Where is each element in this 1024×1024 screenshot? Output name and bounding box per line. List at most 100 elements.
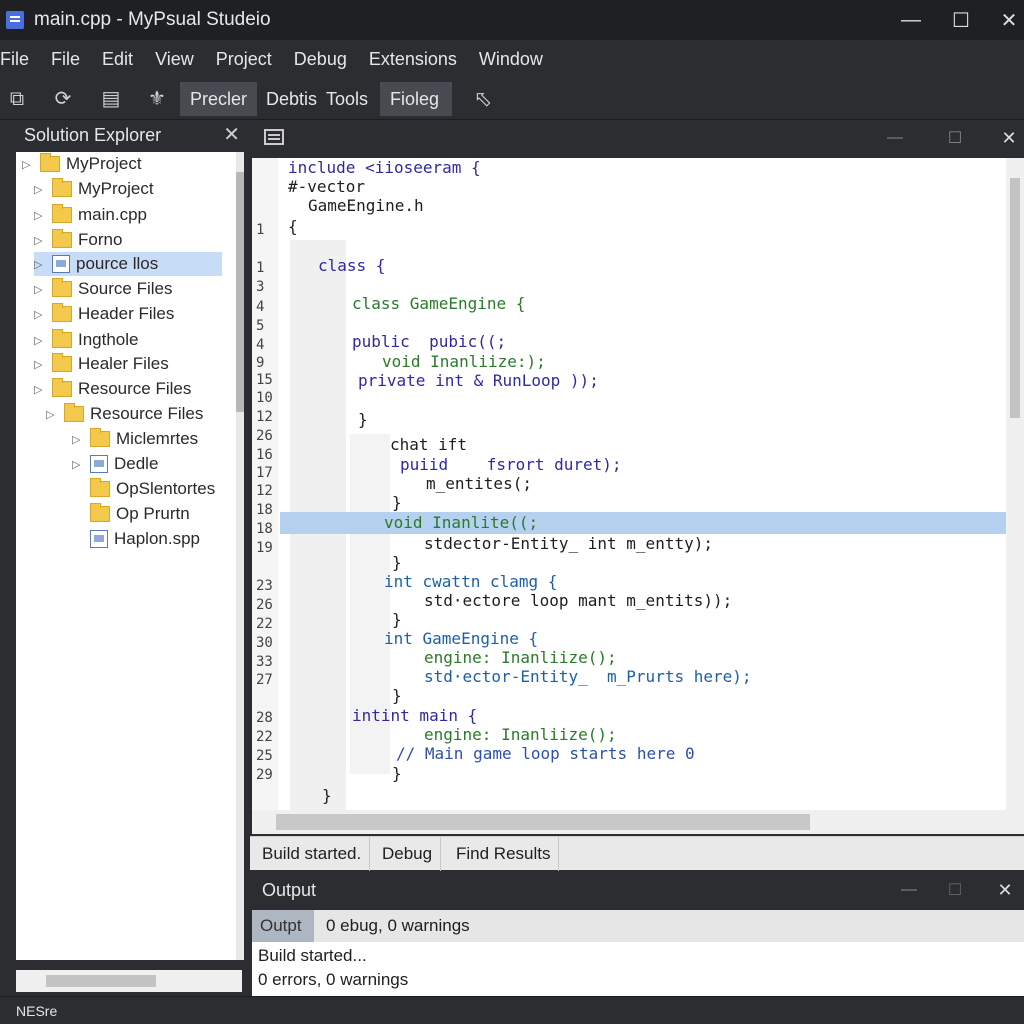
folder-icon (52, 329, 72, 348)
chevron-right-icon[interactable]: ▷ (72, 433, 84, 446)
chevron-right-icon[interactable]: ▷ (34, 358, 46, 371)
maximize-button[interactable]: ☐ (946, 6, 976, 34)
scrollbar-thumb[interactable] (1010, 178, 1020, 418)
chevron-right-icon[interactable]: ▷ (72, 458, 84, 471)
tree-item[interactable]: Op Prurtn (90, 502, 190, 526)
line-number: 18 (256, 502, 273, 518)
tree-item-label: Resource Files (78, 379, 192, 398)
editor-hscrollbar[interactable] (252, 810, 1024, 834)
tree-item[interactable]: ▷ Miclemrtes (72, 427, 198, 451)
folder-icon (52, 353, 72, 372)
save-icon[interactable]: ▤ (98, 87, 124, 111)
minimize-icon[interactable]: — (894, 876, 924, 904)
line-number: 22 (256, 729, 273, 745)
code-area[interactable]: 1 1 3 4 5 4 9 15 10 12 26 16 17 12 18 18… (252, 158, 1006, 810)
line-number: 3 (256, 279, 265, 295)
window-title: main.cpp - MyPsual Studeio (34, 9, 271, 30)
line-number: 23 (256, 578, 273, 594)
editor-scrollbar[interactable] (1006, 158, 1024, 810)
tab-debug[interactable]: Debug (374, 837, 442, 871)
tab-build-started[interactable]: Build started. (254, 837, 371, 871)
menu-icon[interactable] (264, 129, 284, 145)
chevron-right-icon[interactable]: ▷ (34, 283, 46, 296)
maximize-icon[interactable]: ☐ (940, 124, 970, 152)
menu-edit[interactable]: Edit (102, 49, 145, 70)
solution-explorer-hscrollbar[interactable] (16, 970, 242, 992)
close-window-button[interactable]: ✕ (994, 6, 1024, 34)
tree-item-label: Op Prurtn (116, 504, 190, 523)
tree-item-label: Haplon.spp (114, 529, 201, 548)
code-line: class GameEngine { (352, 294, 526, 313)
chevron-right-icon[interactable]: ▷ (34, 334, 46, 347)
line-number: 30 (256, 635, 273, 651)
tree-item[interactable]: ▷ Ingthole (34, 328, 139, 352)
tree-item-label: Forno (78, 230, 123, 249)
minimize-icon[interactable]: — (880, 124, 910, 152)
code-line: engine: Inanliize(); (424, 648, 617, 667)
tree-item[interactable]: OpSlentortes (90, 477, 215, 501)
toolbar: ⧉ ⟳ ▤ ⚜ Precler Debtis Tools Fioleg ⬁ (0, 78, 1024, 120)
tree-item[interactable]: ▷ Healer Files (34, 352, 169, 376)
tree-item[interactable]: ▷ Dedle (72, 452, 158, 476)
tab-fioleg[interactable]: Fioleg (380, 82, 452, 116)
tree-item[interactable]: ▷ MyProject (34, 177, 154, 201)
chevron-right-icon[interactable]: ▷ (46, 408, 58, 421)
share-icon[interactable]: ⚜ (144, 87, 170, 111)
tree-item[interactable]: ▷ Resource Files (46, 402, 203, 426)
app-icon (6, 11, 24, 29)
code-line: std·ectore loop mant m_entits)); (424, 591, 733, 610)
scrollbar-thumb[interactable] (276, 814, 810, 830)
tree-item[interactable]: ▷ Header Files (34, 302, 174, 326)
minimize-button[interactable]: — (896, 6, 926, 34)
menu-file[interactable]: File (0, 49, 41, 70)
line-number: 15 (256, 372, 273, 388)
code-line: chat ift (390, 435, 468, 454)
code-line: void Inanlite((; (384, 513, 539, 532)
solution-explorer-scrollbar[interactable] (236, 152, 244, 960)
windows-icon[interactable]: ⧉ (4, 87, 30, 111)
refresh-icon[interactable]: ⟳ (50, 87, 76, 111)
chevron-right-icon[interactable]: ▷ (34, 258, 46, 271)
tree-item[interactable]: Haplon.spp (90, 527, 200, 551)
output-line: Build started... (258, 946, 367, 965)
close-icon[interactable]: ✕ (223, 122, 240, 147)
tab-find-results[interactable]: Find Results (448, 837, 560, 871)
tree-item-label: Source Files (78, 279, 173, 298)
close-icon[interactable]: ✕ (990, 876, 1020, 904)
menu-extensions[interactable]: Extensions (369, 49, 469, 70)
line-number: 4 (256, 299, 265, 315)
line-number: 1 (256, 222, 265, 238)
menu-window[interactable]: Window (479, 49, 555, 70)
tree-item[interactable]: ▷ MyProject (22, 152, 142, 176)
maximize-icon[interactable]: ☐ (940, 876, 970, 904)
tree-item-label: main.cpp (78, 205, 147, 224)
chevron-right-icon[interactable]: ▷ (22, 158, 34, 171)
code-line: engine: Inanliize(); (424, 725, 617, 744)
chevron-right-icon[interactable]: ▷ (34, 383, 46, 396)
close-icon[interactable]: ✕ (994, 124, 1024, 152)
tab-tools[interactable]: Tools (316, 82, 378, 116)
code-line: void Inanliize:); (382, 352, 546, 371)
output-source-label[interactable]: Outpt (252, 910, 314, 942)
tree-item[interactable]: ▷ Resource Files (34, 377, 191, 401)
tree-item[interactable]: ▷ Forno (34, 228, 122, 252)
scrollbar-thumb[interactable] (46, 975, 156, 987)
chevron-right-icon[interactable]: ▷ (34, 209, 46, 222)
tree-item-label: MyProject (78, 179, 154, 198)
tab-precler[interactable]: Precler (180, 82, 258, 116)
tree-item-selected[interactable]: ▷ pource llos (34, 252, 222, 276)
code-line: GameEngine.h (308, 196, 424, 215)
scrollbar-thumb[interactable] (236, 172, 244, 412)
status-text: NESre (16, 1003, 58, 1019)
tree-item[interactable]: ▷ Source Files (34, 277, 172, 301)
chevron-right-icon[interactable]: ▷ (34, 308, 46, 321)
menu-view[interactable]: View (155, 49, 206, 70)
chevron-right-icon[interactable]: ▷ (34, 234, 46, 247)
menu-project[interactable]: Project (216, 49, 284, 70)
menu-debug[interactable]: Debug (294, 49, 359, 70)
menu-file-2[interactable]: File (51, 49, 92, 70)
code-line: stdector-Entity_ int m_entty); (424, 534, 713, 553)
line-number: 29 (256, 767, 273, 783)
tree-item[interactable]: ▷ main.cpp (34, 203, 147, 227)
chevron-right-icon[interactable]: ▷ (34, 183, 46, 196)
